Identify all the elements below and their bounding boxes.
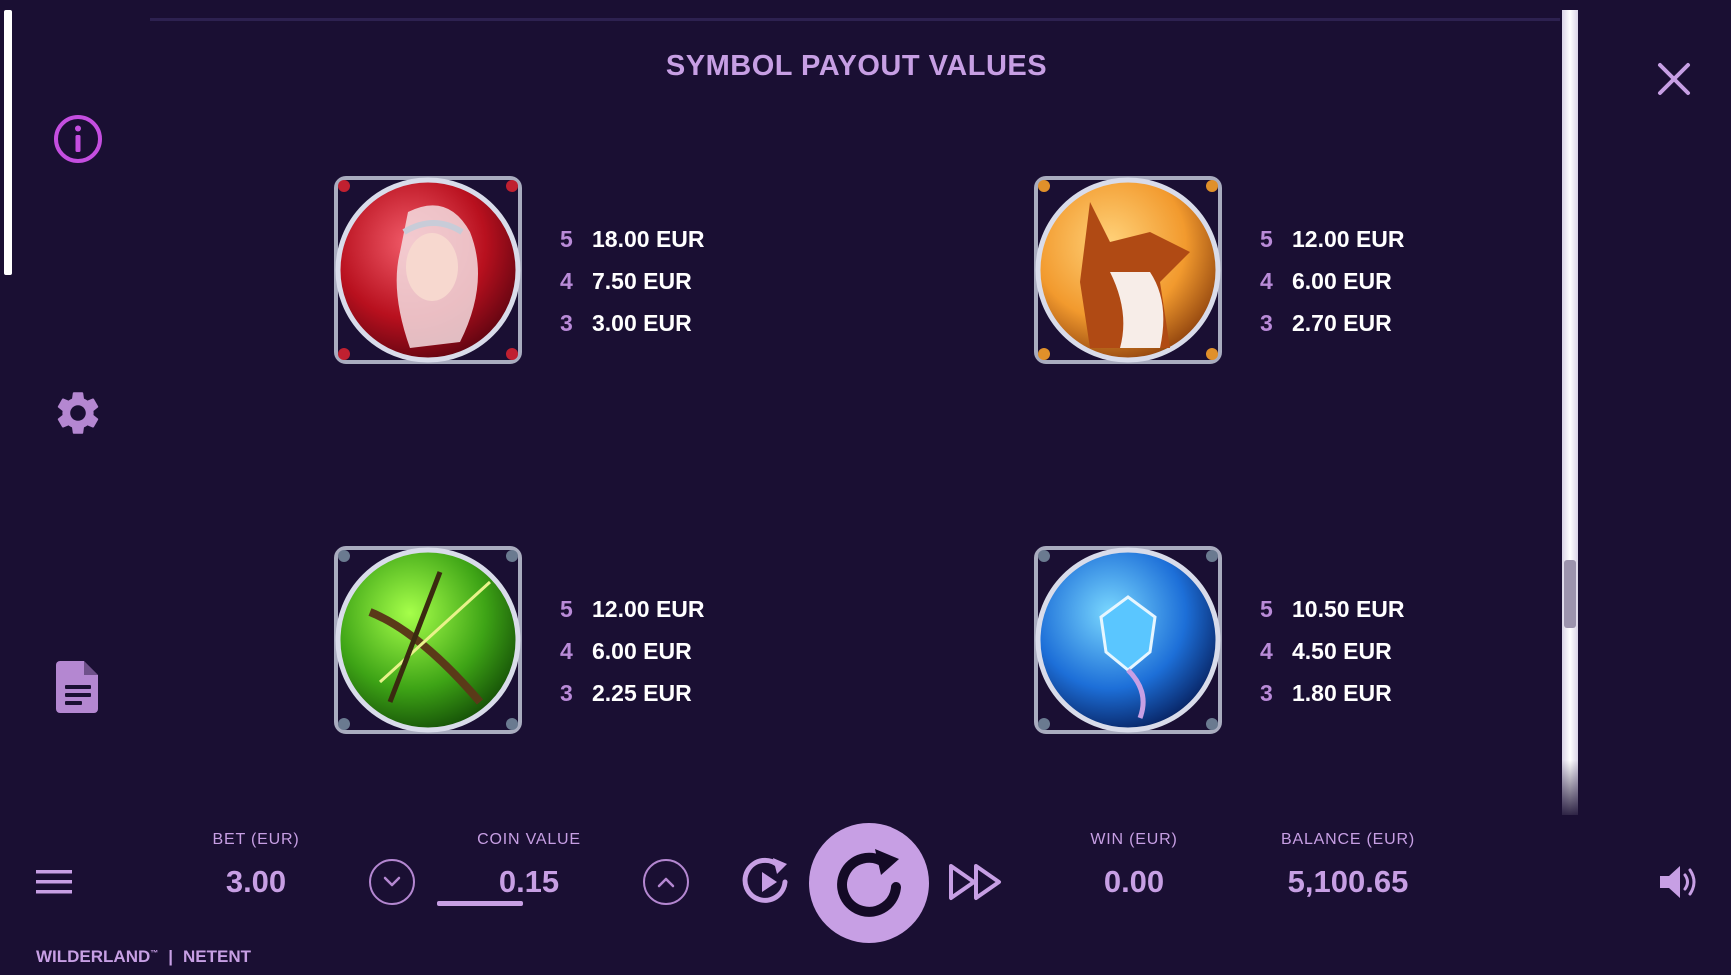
chevron-down-icon — [383, 876, 401, 887]
pay-row: 3 2.70 EUR — [1260, 302, 1405, 344]
scrollbar-track[interactable] — [1562, 10, 1578, 815]
pay-row: 4 7.50 EUR — [560, 260, 705, 302]
provider-name: NETENT — [183, 947, 252, 966]
coin-value-label: COIN VALUE — [477, 831, 581, 848]
pay-row: 3 1.80 EUR — [1260, 672, 1405, 714]
elf-symbol — [330, 172, 526, 368]
win-label: WIN (EUR) — [1090, 831, 1178, 848]
pay-row: 3 2.25 EUR — [560, 672, 705, 714]
pay-row: 5 10.50 EUR — [1260, 588, 1405, 630]
pay-value: 6.00 EUR — [1292, 267, 1392, 294]
autoplay-button[interactable] — [739, 852, 795, 908]
scrollbar-thumb[interactable] — [1564, 560, 1576, 628]
pay-count: 3 — [1260, 309, 1273, 336]
pay-row: 5 12.00 EUR — [1260, 218, 1405, 260]
pay-value: 12.00 EUR — [1292, 225, 1405, 252]
quick-spin-button[interactable] — [948, 862, 1004, 902]
pay-count: 3 — [560, 679, 573, 706]
bow-symbol — [330, 542, 526, 738]
pay-value: 6.00 EUR — [592, 637, 692, 664]
pay-row: 3 3.00 EUR — [560, 302, 705, 344]
trademark: ™ — [150, 948, 159, 958]
coin-value-indicator — [437, 901, 523, 906]
close-button[interactable] — [1650, 55, 1698, 103]
pay-count: 4 — [1260, 267, 1273, 294]
elf-payouts: 5 18.00 EUR 4 7.50 EUR 3 3.00 EUR — [560, 218, 705, 344]
pay-row: 5 12.00 EUR — [560, 588, 705, 630]
page-title: SYMBOL PAYOUT VALUES — [665, 50, 1048, 82]
pay-count: 3 — [1260, 679, 1273, 706]
coin-value: 0.15 — [498, 864, 560, 899]
brand-footer: WILDERLAND™ | NETENT — [36, 947, 251, 967]
bet-label: BET (EUR) — [212, 831, 300, 848]
info-icon[interactable] — [50, 111, 106, 167]
menu-button[interactable] — [34, 866, 74, 898]
balance-value: 5,100.65 — [1287, 864, 1409, 899]
pay-value: 12.00 EUR — [592, 595, 705, 622]
autoplay-icon — [742, 857, 788, 903]
bow-payouts: 5 12.00 EUR 4 6.00 EUR 3 2.25 EUR — [560, 588, 705, 714]
pay-count: 5 — [1260, 225, 1273, 252]
pay-count: 4 — [560, 637, 573, 664]
scrollbar-fade — [1562, 760, 1578, 815]
speaker-icon — [1660, 866, 1696, 898]
close-icon — [1658, 63, 1690, 95]
fast-forward-icon — [949, 864, 1001, 900]
fox-symbol — [1030, 172, 1226, 368]
sound-button[interactable] — [1658, 862, 1702, 902]
brand-separator: | — [168, 947, 174, 966]
coin-increase-button[interactable] — [643, 859, 689, 905]
pay-count: 5 — [560, 595, 573, 622]
spin-icon — [837, 849, 901, 917]
pay-row: 4 6.00 EUR — [560, 630, 705, 672]
bet-value: 3.00 — [225, 864, 287, 899]
gem-symbol — [1030, 542, 1226, 738]
pay-row: 4 6.00 EUR — [1260, 260, 1405, 302]
gem-payouts: 5 10.50 EUR 4 4.50 EUR 3 1.80 EUR — [1260, 588, 1405, 714]
pay-value: 2.70 EUR — [1292, 309, 1392, 336]
menu-icon — [36, 870, 72, 894]
pay-row: 4 4.50 EUR — [1260, 630, 1405, 672]
coin-decrease-button[interactable] — [369, 859, 415, 905]
pay-count: 5 — [560, 225, 573, 252]
fox-payouts: 5 12.00 EUR 4 6.00 EUR 3 2.70 EUR — [1260, 218, 1405, 344]
document-icon[interactable] — [50, 659, 106, 715]
win-value: 0.00 — [1103, 864, 1165, 899]
pay-row: 5 18.00 EUR — [560, 218, 705, 260]
game-name: WILDERLAND — [36, 947, 151, 966]
spin-button[interactable] — [809, 823, 929, 943]
left-scroll-indicator — [4, 10, 12, 275]
gear-icon[interactable] — [50, 385, 106, 441]
pay-count: 3 — [560, 309, 573, 336]
pay-count: 4 — [560, 267, 573, 294]
top-divider — [150, 18, 1560, 21]
pay-value: 3.00 EUR — [592, 309, 692, 336]
balance-label: BALANCE (EUR) — [1281, 831, 1415, 848]
pay-count: 5 — [1260, 595, 1273, 622]
pay-count: 4 — [1260, 637, 1273, 664]
pay-value: 18.00 EUR — [592, 225, 705, 252]
pay-value: 10.50 EUR — [1292, 595, 1405, 622]
chevron-up-icon — [657, 877, 675, 888]
pay-value: 7.50 EUR — [592, 267, 692, 294]
pay-value: 1.80 EUR — [1292, 679, 1392, 706]
pay-value: 2.25 EUR — [592, 679, 692, 706]
pay-value: 4.50 EUR — [1292, 637, 1392, 664]
